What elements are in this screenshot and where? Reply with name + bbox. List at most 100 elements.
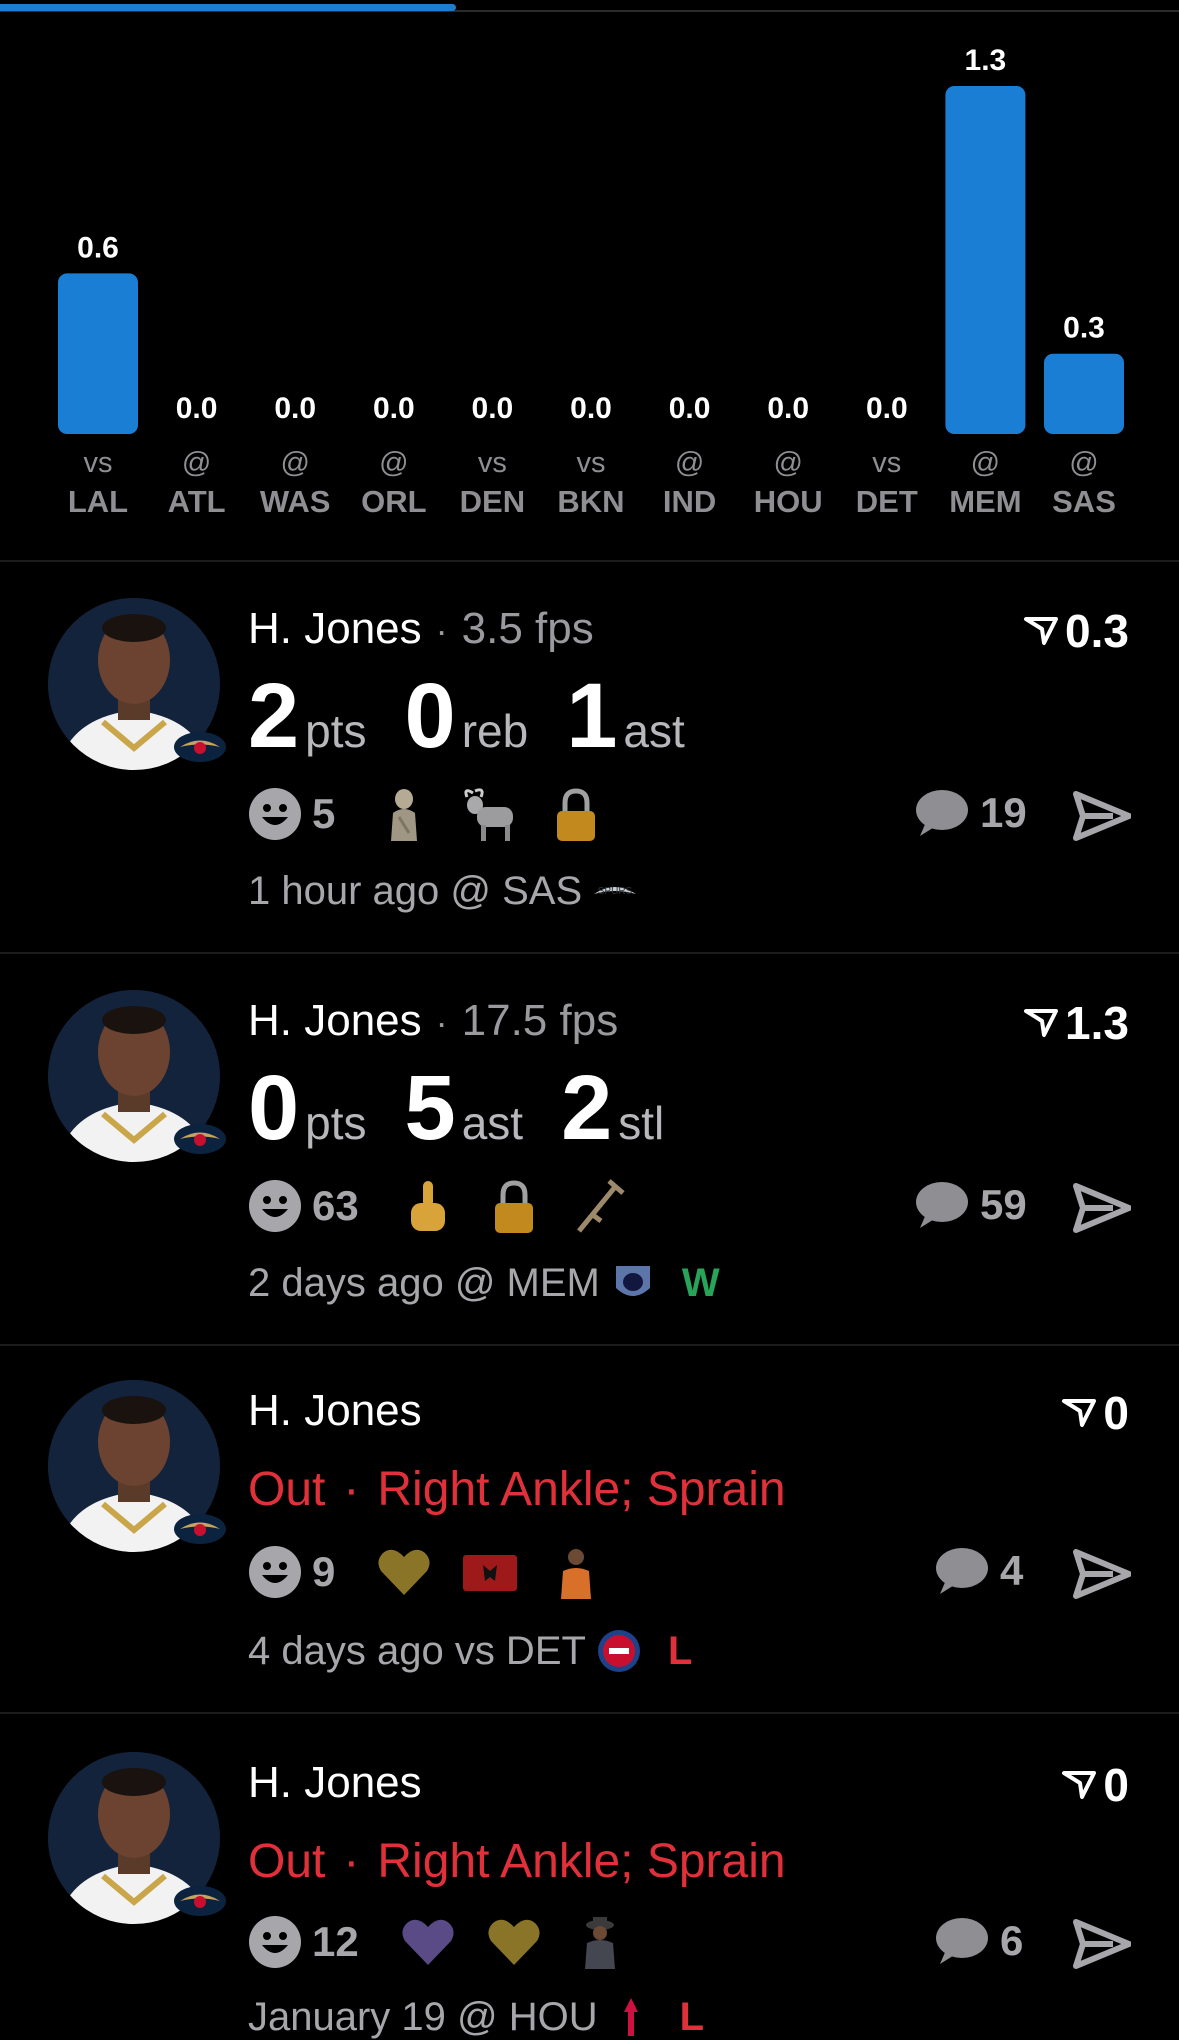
bar-value-label: 0.3 (1063, 312, 1105, 345)
albania-flag-emoji-icon[interactable] (461, 1543, 519, 1601)
reaction-row: 63 (248, 1178, 657, 1234)
bar-value-label: 0.0 (176, 392, 218, 425)
score-value: 0 (1103, 1759, 1129, 1811)
score-badge[interactable]: 1.3 (1023, 996, 1129, 1050)
smiley-icon[interactable] (248, 1179, 302, 1233)
smiley-icon[interactable] (248, 1915, 302, 1969)
statue-emoji-icon[interactable] (375, 785, 433, 843)
tick-team-label: BKN (557, 484, 624, 519)
game-time-opponent: 1 hour ago @ SAS (248, 868, 583, 913)
middle-finger-emoji-icon[interactable] (399, 1177, 457, 1235)
chart-bar[interactable] (945, 86, 1026, 434)
player-name[interactable]: H. Jones (248, 1758, 422, 1807)
game-meta[interactable]: 1 hour ago @ SAS SPURS (248, 868, 638, 914)
status-label: Out (248, 1835, 326, 1888)
progress-fill (0, 4, 457, 11)
game-meta[interactable]: 2 days ago @ MEM W (248, 1260, 720, 1306)
tick-location-label: @ (971, 447, 1000, 479)
score-badge[interactable]: 0.3 (1023, 604, 1129, 658)
lock-emoji-icon[interactable] (547, 785, 605, 843)
stat-value: 2 (561, 1057, 613, 1159)
score-badge[interactable]: 0 (1061, 1386, 1129, 1440)
score-badge[interactable]: 0 (1061, 1758, 1129, 1812)
share-icon[interactable] (1073, 1918, 1131, 1970)
goat-emoji-icon[interactable] (461, 785, 519, 843)
comment-bubble-icon (916, 1182, 968, 1228)
pistons-logo-icon (597, 1630, 640, 1672)
tick-location-label: @ (1069, 447, 1098, 479)
reaction-row: 9 (248, 1544, 633, 1600)
spurs-logo-icon: SPURS (594, 886, 637, 897)
comments-button[interactable]: 59 (912, 1180, 1027, 1230)
page-progress-bar (0, 0, 1179, 12)
tick-location-label: @ (182, 447, 211, 479)
funnel-icon (1024, 617, 1059, 645)
stat-line: 0 pts 5 ast 2 stl (248, 1062, 702, 1154)
tick-team-label: LAL (68, 484, 128, 519)
separator-dot: · (435, 1002, 448, 1043)
post-card[interactable]: H. Jones · 3.5 fps 0.3 2 pts 0 reb 1 ast 5 19… (0, 562, 1179, 952)
gold-heart-emoji-icon[interactable] (485, 1913, 543, 1971)
purple-heart-emoji-icon[interactable] (399, 1913, 457, 1971)
separator-dot: · (343, 1835, 360, 1888)
post-card[interactable]: H. Jones 0 Out · Right Ankle; Sprain 9 4 4… (0, 1346, 1179, 1712)
stat-value: 0 (248, 1057, 300, 1159)
stat-value: 1 (566, 665, 618, 767)
bar-value-label: 0.0 (373, 392, 415, 425)
reaction-count: 5 (312, 790, 336, 837)
comments-button[interactable]: 4 (932, 1546, 1023, 1596)
separator-dot: · (343, 1463, 360, 1516)
stat-label: pts (305, 1097, 367, 1149)
post-header: H. Jones · 3.5 fps (248, 604, 594, 654)
reaction-count: 9 (312, 1548, 336, 1595)
chart-bar[interactable] (58, 273, 138, 434)
person-emoji-icon[interactable] (547, 1543, 605, 1601)
comments-button[interactable]: 6 (932, 1916, 1023, 1966)
game-meta[interactable]: 4 days ago vs DET L (248, 1628, 692, 1674)
crutch-emoji-icon[interactable] (571, 1177, 629, 1235)
pelicans-logo-icon (174, 732, 226, 762)
game-result: L (667, 1628, 693, 1673)
tick-team-label: ORL (361, 484, 426, 519)
player-name[interactable]: H. Jones (248, 604, 422, 653)
stat-value: 2 (248, 665, 300, 767)
post-card[interactable]: H. Jones · 17.5 fps 1.3 0 pts 5 ast 2 stl 63 … (0, 954, 1179, 1344)
stat-label: pts (305, 705, 367, 757)
stat-value: 0 (404, 665, 456, 767)
bar-value-label: 0.0 (866, 392, 908, 425)
separator-dot: · (435, 610, 448, 651)
tick-location-label: @ (379, 447, 408, 479)
pelicans-logo-icon (174, 1886, 226, 1916)
svg-text:SPURS: SPURS (598, 886, 633, 897)
game-result: L (679, 1994, 705, 2039)
fantasy-points: 17.5 fps (461, 996, 619, 1045)
score-value: 0.3 (1065, 605, 1129, 657)
comments-button[interactable]: 19 (912, 788, 1027, 838)
gold-heart-emoji-icon[interactable] (375, 1543, 433, 1601)
comment-bubble-icon (916, 790, 968, 836)
tick-team-label: SAS (1052, 484, 1116, 519)
player-name[interactable]: H. Jones (248, 996, 422, 1045)
cowboy-person-emoji-icon[interactable] (571, 1913, 629, 1971)
share-icon[interactable] (1073, 1548, 1131, 1600)
game-meta[interactable]: January 19 @ HOU L (248, 1994, 704, 2040)
chart-bar[interactable] (1044, 353, 1124, 434)
pelicans-logo-icon (174, 1514, 226, 1544)
smiley-icon[interactable] (248, 1545, 302, 1599)
comment-bubble-icon (936, 1918, 988, 1964)
share-icon[interactable] (1073, 1182, 1131, 1234)
post-header: H. Jones (248, 1386, 422, 1436)
stat-value: 5 (404, 1057, 456, 1159)
post-card[interactable]: H. Jones 0 Out · Right Ankle; Sprain 12 6 … (0, 1714, 1179, 2039)
rockets-logo-icon (623, 1998, 638, 2036)
player-name[interactable]: H. Jones (248, 1386, 422, 1435)
funnel-icon (1024, 1009, 1059, 1037)
tick-location-label: vs (577, 447, 606, 479)
bar-value-label: 0.0 (570, 392, 612, 425)
share-icon[interactable] (1073, 790, 1131, 842)
smiley-icon[interactable] (248, 787, 302, 841)
funnel-icon (1062, 1399, 1097, 1427)
lock-emoji-icon[interactable] (485, 1177, 543, 1235)
stat-line: 2 pts 0 reb 1 ast (248, 670, 723, 762)
bar-value-label: 1.3 (965, 44, 1007, 77)
